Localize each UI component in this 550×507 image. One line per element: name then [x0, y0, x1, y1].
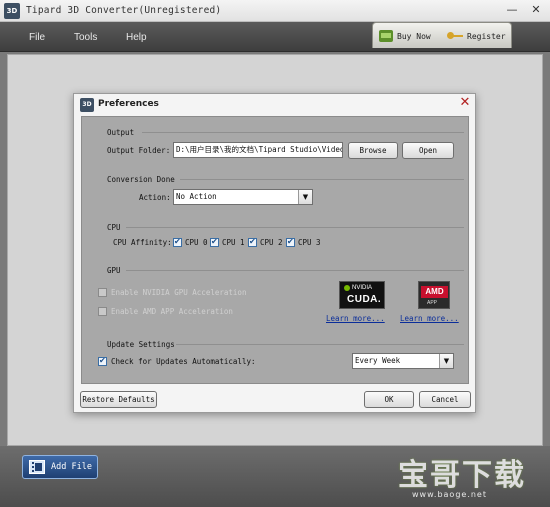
menu-file[interactable]: File: [29, 32, 45, 43]
cpu0-checkbox[interactable]: [173, 237, 182, 247]
watermark-logo: 宝哥下载: [398, 458, 526, 493]
cpu0-label: CPU 0: [185, 238, 208, 247]
preferences-panel: Output Output Folder: D:\用户目录\我的文档\Tipar…: [81, 116, 469, 384]
output-section-title: Output: [107, 128, 135, 137]
film-icon: [29, 460, 45, 474]
update-section-title: Update Settings: [107, 340, 175, 349]
amd-learn-more-link[interactable]: Learn more...: [400, 314, 459, 323]
cpu-section-title: CPU: [107, 223, 121, 232]
auto-update-label: Check for Updates Automatically:: [111, 357, 256, 366]
chevron-down-icon: ▼: [298, 190, 312, 204]
dialog-logo-icon: 3D: [80, 98, 94, 112]
cuda-logo-text: CUDA.: [347, 294, 382, 305]
conversion-done-section-title: Conversion Done: [107, 175, 175, 184]
purchase-tab: Buy Now Register: [372, 22, 512, 48]
nvidia-eye-icon: [344, 285, 350, 291]
buy-now-label: Buy Now: [397, 31, 431, 41]
watermark-url: www.baoge.net: [412, 490, 487, 499]
output-folder-label: Output Folder:: [107, 146, 171, 155]
title-bar: 3D Tipard 3D Converter(Unregistered) — ✕: [0, 0, 550, 22]
close-window-button[interactable]: ✕: [530, 4, 542, 16]
gpu-section-title: GPU: [107, 266, 121, 275]
conversion-divider: [180, 179, 464, 180]
browse-button[interactable]: Browse: [348, 142, 398, 159]
output-divider: [142, 132, 464, 133]
cpu-affinity-label: CPU Affinity:: [113, 238, 172, 247]
register-button[interactable]: Register: [447, 28, 506, 44]
minimize-button[interactable]: —: [506, 4, 518, 16]
amd-logo-text: AMD: [421, 286, 448, 298]
ok-button[interactable]: OK: [364, 391, 414, 408]
nvidia-cuda-logo: NVIDIA CUDA.: [339, 281, 385, 309]
output-folder-field[interactable]: D:\用户目录\我的文档\Tipard Studio\Video: [173, 142, 343, 158]
cpu2-checkbox[interactable]: [248, 237, 257, 247]
nvidia-logo-text: NVIDIA: [352, 285, 373, 291]
nvidia-learn-more-link[interactable]: Learn more...: [326, 314, 385, 323]
add-file-button[interactable]: Add File: [22, 455, 98, 479]
nvidia-gpu-label: Enable NVIDIA GPU Acceleration: [111, 288, 247, 297]
chevron-down-icon: ▼: [439, 354, 453, 368]
window-title: Tipard 3D Converter(Unregistered): [26, 5, 222, 16]
app-logo-icon: 3D: [4, 3, 20, 19]
buy-now-button[interactable]: Buy Now: [379, 28, 431, 44]
cart-icon: [379, 30, 393, 42]
register-label: Register: [467, 31, 506, 41]
auto-update-checkbox[interactable]: [98, 356, 107, 366]
app-window: 3D Tipard 3D Converter(Unregistered) — ✕…: [0, 0, 550, 507]
cpu1-checkbox[interactable]: [210, 237, 219, 247]
key-icon: [447, 32, 463, 40]
cancel-button[interactable]: Cancel: [419, 391, 471, 408]
amd-app-checkbox[interactable]: [98, 307, 107, 316]
nvidia-gpu-checkbox[interactable]: [98, 288, 107, 297]
app-logo-text: APP: [427, 300, 438, 306]
update-divider: [176, 344, 464, 345]
open-button[interactable]: Open: [402, 142, 454, 159]
cpu2-label: CPU 2: [260, 238, 283, 247]
gpu-divider: [126, 270, 464, 271]
update-frequency-select[interactable]: Every Week ▼: [352, 353, 454, 369]
preferences-dialog: 3D Preferences ✕ Output Output Folder: D…: [73, 93, 476, 413]
action-select[interactable]: No Action ▼: [173, 189, 313, 205]
cpu3-checkbox[interactable]: [286, 237, 295, 247]
add-file-label: Add File: [51, 462, 92, 472]
amd-app-label: Enable AMD APP Acceleration: [111, 307, 233, 316]
menu-tools[interactable]: Tools: [74, 32, 97, 43]
menu-help[interactable]: Help: [126, 32, 147, 43]
update-frequency-value: Every Week: [355, 356, 401, 365]
amd-app-logo: AMD APP: [418, 281, 450, 309]
cpu1-label: CPU 1: [222, 238, 245, 247]
cpu-divider: [126, 227, 464, 228]
action-label: Action:: [139, 193, 171, 202]
dialog-title: Preferences: [98, 99, 159, 109]
action-select-value: No Action: [176, 192, 217, 201]
dialog-close-icon[interactable]: ✕: [458, 96, 472, 110]
restore-defaults-button[interactable]: Restore Defaults: [80, 391, 157, 408]
cpu3-label: CPU 3: [298, 238, 321, 247]
watermark: 宝哥下载 www.baoge.net: [394, 446, 550, 507]
